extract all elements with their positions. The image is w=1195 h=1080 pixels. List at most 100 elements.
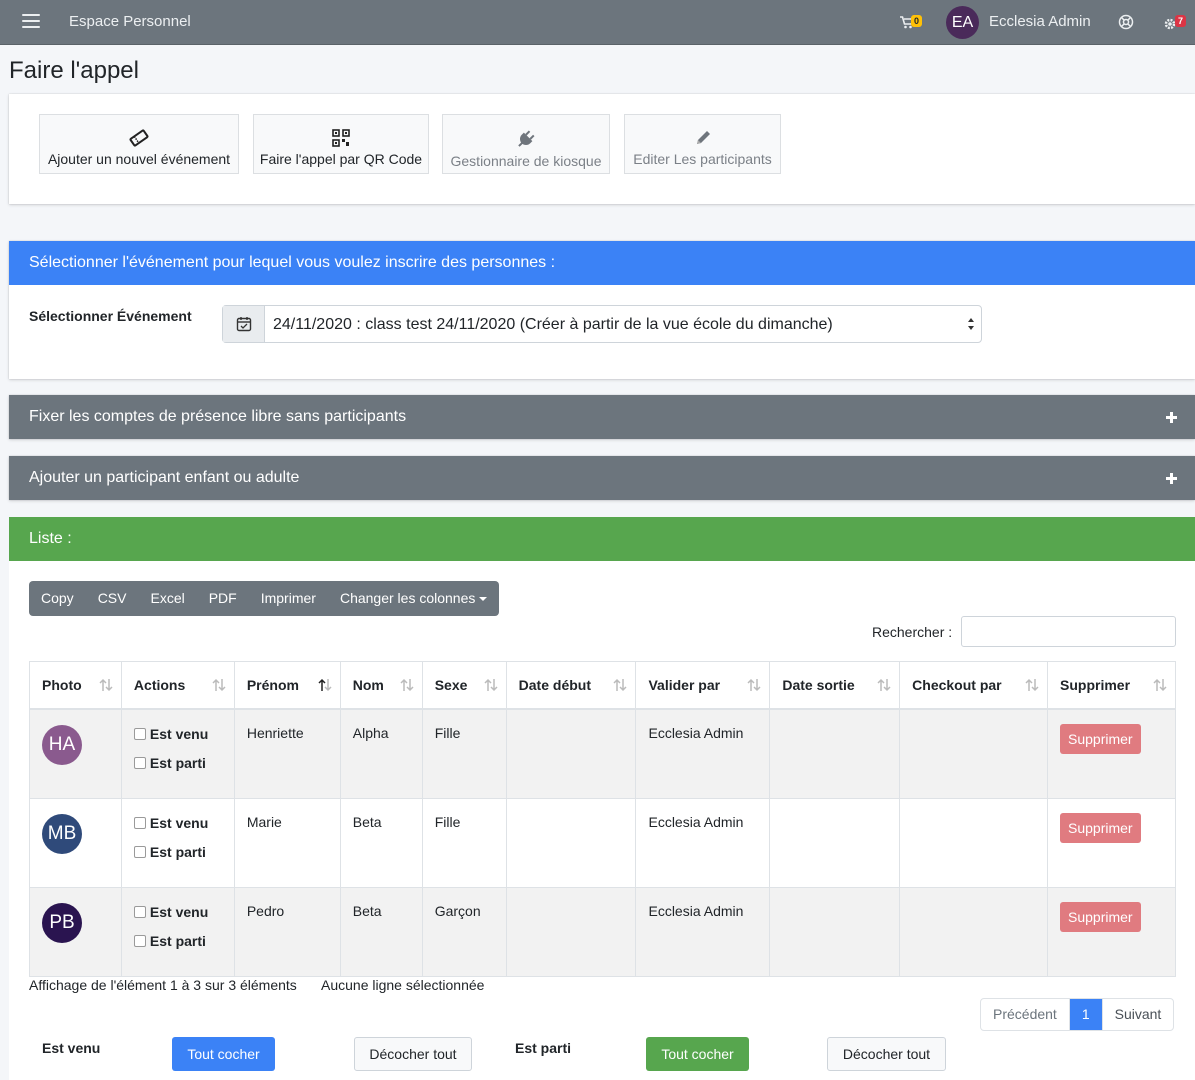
pdf-button[interactable]: PDF	[197, 581, 249, 616]
checkout-par-cell	[899, 708, 1048, 799]
search-input[interactable]	[961, 616, 1176, 647]
navbar-title[interactable]: Espace Personnel	[69, 13, 191, 30]
user-name[interactable]: Ecclesia Admin	[989, 13, 1091, 30]
top-navbar: Espace Personnel 0 EA Ecclesia Admin 7	[0, 0, 1195, 45]
column-header-date-sortie[interactable]: Date sortie	[769, 661, 901, 710]
check-in-label: Est venu	[149, 814, 209, 831]
check-out-checkbox[interactable]	[133, 934, 146, 947]
check-in-checkbox[interactable]	[133, 905, 146, 918]
delete-button[interactable]: Supprimer	[1060, 723, 1141, 754]
check-out-option[interactable]: Est parti	[133, 754, 222, 772]
column-header-actions[interactable]: Actions	[120, 661, 235, 710]
participant-avatar: MB	[42, 813, 82, 854]
check-in-option[interactable]: Est venu	[133, 903, 222, 921]
settings-gear-icon[interactable]: 7	[1163, 13, 1191, 33]
column-header-valider-par[interactable]: Valider par	[635, 661, 771, 710]
date-debut-cell	[505, 797, 637, 888]
actions-cell: Est venu Est parti	[120, 886, 235, 977]
menu-icon[interactable]	[22, 14, 40, 30]
table-row[interactable]: HA Est venu Est parti Henriette Alpha Fille Ec…	[29, 708, 1176, 799]
check-out-label: Est parti	[149, 932, 206, 949]
list-card: Liste : Copy CSV Excel PDF Imprimer Chan…	[9, 517, 1195, 1080]
check-out-checkbox[interactable]	[133, 756, 146, 769]
expand-plus-icon[interactable]	[1166, 473, 1177, 484]
table-row[interactable]: MB Est venu Est parti Marie Beta Fille Ecclesi…	[29, 797, 1176, 888]
column-header-label: Nom	[352, 676, 384, 693]
notification-count-badge: 7	[1175, 15, 1187, 27]
expand-plus-icon[interactable]	[1166, 412, 1177, 423]
page-1-button[interactable]: 1	[1068, 999, 1102, 1030]
check-out-label: Est parti	[149, 843, 206, 860]
nom-cell: Alpha	[339, 708, 423, 799]
check-in-option[interactable]: Est venu	[133, 725, 222, 743]
sort-icon	[1153, 678, 1167, 692]
column-header-label: Photo	[42, 676, 82, 693]
caret-down-icon	[479, 597, 488, 602]
kiosk-manager-label: Gestionnaire de kiosque	[450, 153, 602, 169]
column-visibility-button[interactable]: Changer les colonnes	[328, 581, 499, 616]
check-out-all-button[interactable]: Tout cocher	[646, 1037, 749, 1071]
check-in-checkbox[interactable]	[133, 816, 146, 829]
check-out-checkbox[interactable]	[133, 845, 146, 858]
valider-par-cell: Ecclesia Admin	[635, 886, 771, 977]
prenom-cell: Marie	[233, 797, 341, 888]
add-participant-card[interactable]: Ajouter un participant enfant ou adulte	[9, 456, 1195, 500]
supprimer-cell: Supprimer	[1047, 886, 1176, 977]
column-header-sexe[interactable]: Sexe	[421, 661, 507, 710]
pencil-icon	[696, 131, 710, 144]
date-debut-cell	[505, 708, 637, 799]
sort-icon	[747, 678, 761, 692]
column-header-nom[interactable]: Nom	[339, 661, 423, 710]
column-header-supprimer[interactable]: Supprimer	[1047, 661, 1176, 710]
selection-info: Aucune ligne sélectionnée	[321, 977, 485, 993]
date-sortie-cell	[769, 797, 901, 888]
check-out-option[interactable]: Est parti	[133, 843, 222, 861]
sort-ascending-icon	[318, 678, 332, 692]
kiosk-manager-button[interactable]: Gestionnaire de kiosque	[442, 114, 610, 174]
delete-button[interactable]: Supprimer	[1060, 812, 1141, 843]
check-in-checkbox[interactable]	[133, 727, 146, 740]
pagination: Précédent 1 Suivant	[980, 998, 1175, 1031]
table-info: Affichage de l'élément 1 à 3 sur 3 éléme…	[29, 977, 297, 993]
toolbar-card: Ajouter un nouvel événement Faire l'appe…	[9, 94, 1195, 204]
column-header-date-debut[interactable]: Date début	[505, 661, 637, 710]
photo-cell: HA	[29, 708, 122, 799]
delete-button[interactable]: Supprimer	[1060, 901, 1141, 932]
column-header-checkout-par[interactable]: Checkout par	[899, 661, 1048, 710]
event-select[interactable]: 24/11/2020 : class test 24/11/2020 (Crée…	[222, 305, 982, 343]
supprimer-cell: Supprimer	[1047, 708, 1176, 799]
uncheck-in-all-button[interactable]: Décocher tout	[354, 1037, 472, 1071]
previous-page-button[interactable]: Précédent	[981, 999, 1069, 1030]
valider-par-cell: Ecclesia Admin	[635, 797, 771, 888]
check-in-option[interactable]: Est venu	[133, 814, 222, 832]
free-counts-header[interactable]: Fixer les comptes de présence libre sans…	[9, 395, 1195, 439]
copy-button[interactable]: Copy	[29, 581, 86, 616]
uncheck-out-all-button[interactable]: Décocher tout	[827, 1037, 946, 1071]
column-header-label: Date sortie	[782, 676, 855, 693]
check-in-label: Est venu	[149, 903, 209, 920]
edit-participants-button[interactable]: Editer Les participants	[624, 114, 781, 174]
add-event-button[interactable]: Ajouter un nouvel événement	[39, 114, 239, 174]
user-avatar[interactable]: EA	[946, 6, 979, 39]
cart-icon[interactable]: 0	[900, 13, 926, 33]
help-globe-icon[interactable]	[1118, 14, 1134, 30]
check-in-all-button[interactable]: Tout cocher	[172, 1037, 275, 1071]
qr-code-icon	[332, 129, 350, 147]
check-out-option[interactable]: Est parti	[133, 932, 222, 950]
qr-code-button[interactable]: Faire l'appel par QR Code	[253, 114, 429, 174]
column-header-photo[interactable]: Photo	[29, 661, 122, 710]
table-row[interactable]: PB Est venu Est parti Pedro Beta Garçon Eccles…	[29, 886, 1176, 977]
plug-icon	[518, 130, 535, 147]
csv-button[interactable]: CSV	[86, 581, 139, 616]
next-page-button[interactable]: Suivant	[1101, 999, 1174, 1030]
nom-cell: Beta	[339, 886, 423, 977]
column-header-prenom[interactable]: Prénom	[233, 661, 341, 710]
excel-button[interactable]: Excel	[138, 581, 196, 616]
print-button[interactable]: Imprimer	[249, 581, 328, 616]
date-sortie-cell	[769, 708, 901, 799]
ticket-icon	[129, 129, 149, 147]
table-header-row: Photo Actions Prénom Nom Sexe Date début Valid…	[29, 661, 1176, 710]
free-counts-card[interactable]: Fixer les comptes de présence libre sans…	[9, 395, 1195, 439]
photo-cell: MB	[29, 797, 122, 888]
add-participant-header[interactable]: Ajouter un participant enfant ou adulte	[9, 456, 1195, 500]
